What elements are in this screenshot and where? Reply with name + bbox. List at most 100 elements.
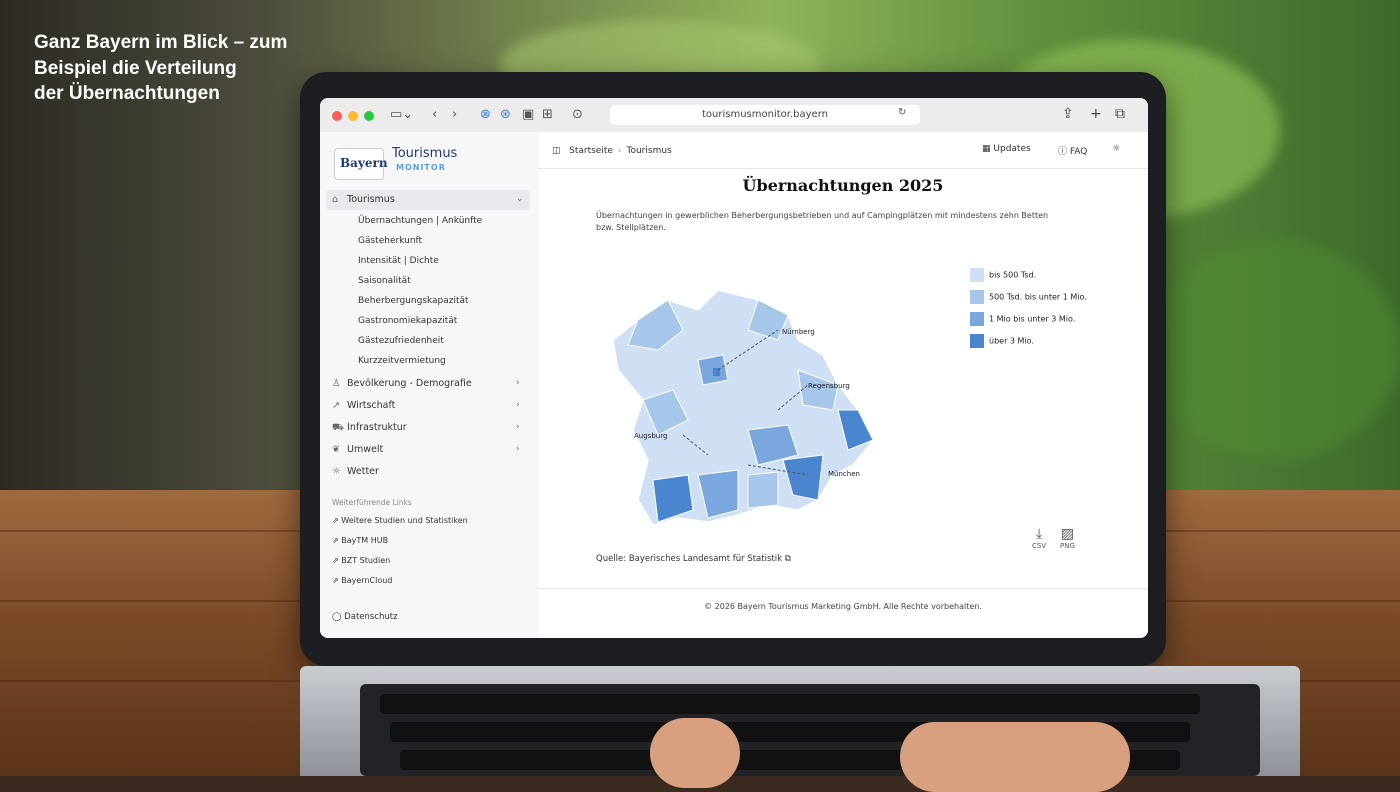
- sidebar-subitem[interactable]: Gästezufriedenheit: [358, 336, 444, 346]
- sidebar-item-tourismus[interactable]: ⌂ Tourismus: [332, 194, 395, 205]
- main-content: ◫ Startseite › Tourismus ▦ Updates ⓘ FAQ ☼…: [538, 132, 1148, 638]
- sidebar-item-label: Tourismus: [347, 194, 395, 205]
- download-csv-label: CSV: [1032, 542, 1047, 550]
- sidebar-item-umwelt[interactable]: ❦ Umwelt: [332, 444, 383, 455]
- map-label-augsburg: Augsburg: [634, 432, 668, 440]
- tabs-overview-icon[interactable]: ⧉: [1115, 106, 1125, 122]
- close-window-button[interactable]: [332, 111, 342, 121]
- minimize-window-button[interactable]: [348, 111, 358, 121]
- faq-button[interactable]: ⓘ FAQ: [1058, 144, 1087, 157]
- map-region[interactable]: [747, 471, 779, 509]
- caption-line: Beispiel die Verteilung: [34, 57, 237, 79]
- sidebar-subitem[interactable]: Intensität | Dichte: [358, 256, 439, 266]
- extension-icon[interactable]: ⊛: [500, 107, 511, 122]
- maximize-window-button[interactable]: [364, 111, 374, 121]
- photo-caption: Ganz Bayern im Blick – zum Beispiel die …: [34, 30, 287, 107]
- sidebar-item-label: Umwelt: [347, 444, 384, 455]
- sidebar-item-bevoelkerung[interactable]: ♙ Bevölkerung - Demografie: [332, 378, 472, 389]
- forward-icon[interactable]: ›: [452, 107, 457, 122]
- foliage: [1150, 240, 1400, 460]
- reader-icon[interactable]: ⊞: [542, 107, 553, 122]
- sidebar-subitem[interactable]: Kurzzeitvermietung: [358, 356, 446, 366]
- legend-label: 500 Tsd. bis unter 1 Mio.: [989, 292, 1087, 302]
- chevron-right-icon[interactable]: ›: [516, 444, 520, 454]
- links-heading: Weiterführende Links: [332, 498, 412, 507]
- shield-icon: ◯: [332, 612, 342, 622]
- extension-icon[interactable]: ▣: [522, 107, 534, 122]
- people-icon: ♙: [332, 378, 341, 389]
- download-icon: ⤓: [1035, 526, 1043, 542]
- sidebar-item-label: Wetter: [347, 466, 379, 477]
- link-label: BZT Studien: [341, 556, 391, 565]
- external-link-icon: ⇗: [332, 536, 339, 545]
- sidebar-item-label: Wirtschaft: [347, 400, 396, 411]
- laptop-screen: ▭⌄ ‹ › ⊗ ⊛ ▣ ⊞ ⊙ tourismusmonitor.bayern…: [320, 98, 1148, 638]
- caption-line: der Übernachtungen: [34, 83, 220, 105]
- sidebar-subitem[interactable]: Gästeherkunft: [358, 236, 422, 246]
- sidebar-toggle-icon[interactable]: ▭⌄: [390, 107, 413, 122]
- legend-label: bis 500 Tsd.: [989, 270, 1037, 280]
- sidebar-subitem[interactable]: Saisonalität: [358, 276, 411, 286]
- external-link[interactable]: ⇗ BayernCloud: [332, 576, 392, 585]
- brand-subtitle: MONITOR: [396, 163, 446, 172]
- link-label: Weitere Studien und Statistiken: [341, 516, 468, 525]
- reload-icon[interactable]: ↻: [898, 107, 906, 118]
- address-bar[interactable]: tourismusmonitor.bayern: [610, 105, 920, 125]
- external-link[interactable]: ⇗ BayTM HUB: [332, 536, 388, 545]
- extension-icon[interactable]: ⊗: [480, 107, 491, 122]
- map-label-regensburg: Regensburg: [808, 382, 850, 390]
- chevron-right-icon[interactable]: ›: [516, 400, 520, 410]
- footer-divider: [538, 588, 1148, 589]
- theme-toggle-icon[interactable]: ☼: [1112, 144, 1120, 154]
- external-link[interactable]: ⇗ Weitere Studien und Statistiken: [332, 516, 468, 525]
- sidebar-subitem[interactable]: Beherbergungskapazität: [358, 296, 469, 306]
- share-icon[interactable]: ⇪: [1062, 106, 1074, 122]
- legend-item: 500 Tsd. bis unter 1 Mio.: [970, 290, 1087, 304]
- sidebar-subitem[interactable]: Übernachtungen | Ankünfte: [358, 216, 482, 226]
- logo-text: Bayern: [340, 156, 388, 170]
- sidebar-item-infrastruktur[interactable]: ⛟ Infrastruktur: [332, 422, 407, 434]
- link-label: Datenschutz: [344, 612, 398, 622]
- help-icon: ⓘ: [1058, 147, 1068, 157]
- legend-label: 1 Mio bis unter 3 Mio.: [989, 314, 1076, 324]
- chevron-down-icon[interactable]: ⌄: [516, 194, 524, 204]
- legend-item: über 3 Mio.: [970, 334, 1034, 348]
- data-source[interactable]: Quelle: Bayerisches Landesamt für Statis…: [596, 554, 791, 564]
- home-icon: ⌂: [332, 194, 339, 205]
- footer-text: © 2026 Bayern Tourismus Marketing GmbH. …: [704, 602, 982, 611]
- breadcrumb: ◫ Startseite › Tourismus: [552, 146, 672, 156]
- bavaria-map[interactable]: [598, 260, 898, 540]
- new-tab-icon[interactable]: +: [1090, 106, 1102, 122]
- sidebar-subitem[interactable]: Gastronomiekapazität: [358, 316, 457, 326]
- chevron-right-icon[interactable]: ›: [516, 378, 520, 388]
- sidebar-item-wetter[interactable]: ☼ Wetter: [332, 466, 379, 477]
- download-png-button[interactable]: ▨ PNG: [1060, 526, 1075, 550]
- brand-title: Tourismus: [392, 146, 458, 161]
- privacy-link[interactable]: ◯ Datenschutz: [332, 612, 398, 622]
- external-link-icon: ⇗: [332, 516, 339, 525]
- bayern-logo[interactable]: Bayern: [334, 148, 388, 180]
- panel-toggle-icon[interactable]: ◫: [552, 146, 561, 156]
- map-label-muenchen: München: [828, 470, 860, 478]
- trend-icon: ↗: [332, 400, 340, 411]
- breadcrumb-current: Tourismus: [626, 146, 672, 156]
- sidebar-item-wirtschaft[interactable]: ↗ Wirtschaft: [332, 400, 395, 411]
- legend-item: 1 Mio bis unter 3 Mio.: [970, 312, 1075, 326]
- calendar-icon: ▦: [982, 144, 991, 154]
- caption-line: Ganz Bayern im Blick – zum: [34, 32, 288, 53]
- chevron-right-icon[interactable]: ›: [516, 422, 520, 432]
- sidebar-item-label: Bevölkerung - Demografie: [347, 378, 472, 389]
- external-link[interactable]: ⇗ BZT Studien: [332, 556, 390, 565]
- map-label-nuernberg: Nürnberg: [782, 328, 815, 336]
- page-description: Übernachtungen in gewerblichen Beherberg…: [596, 211, 1049, 232]
- leaf-icon: ❦: [332, 444, 340, 455]
- back-icon[interactable]: ‹: [432, 107, 437, 122]
- privacy-shield-icon: ⊙: [572, 107, 583, 122]
- chevron-right-icon: ›: [617, 146, 622, 156]
- updates-button[interactable]: ▦ Updates: [982, 144, 1031, 154]
- breadcrumb-home[interactable]: Startseite: [569, 146, 613, 156]
- header-divider: [538, 168, 1148, 169]
- download-csv-button[interactable]: ⤓ CSV: [1032, 526, 1046, 550]
- external-link-icon: ⇗: [332, 576, 339, 585]
- download-png-label: PNG: [1060, 542, 1075, 550]
